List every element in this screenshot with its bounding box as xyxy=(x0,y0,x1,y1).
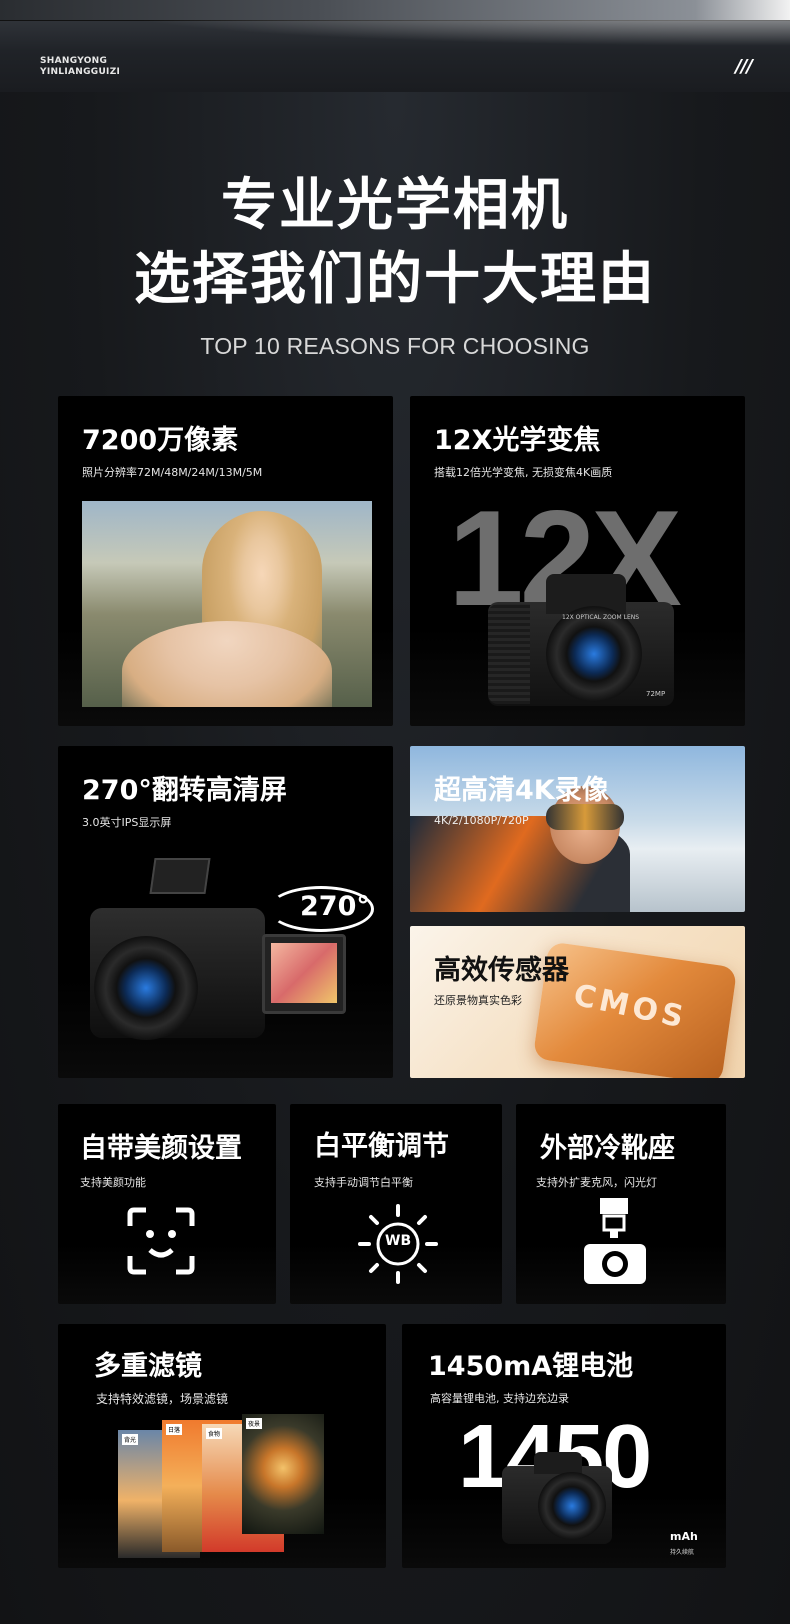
wb-icon-label: WB xyxy=(385,1233,412,1249)
chip-text: CMOS xyxy=(570,977,691,1036)
hero-subtitle: TOP 10 REASONS FOR CHOOSING xyxy=(200,333,590,359)
card-desc: 支持美颜功能 xyxy=(80,1176,146,1189)
card-hot-shoe: 外部冷靴座 支持外扩麦克风，闪光灯 xyxy=(516,1104,726,1304)
filter-night: 夜景 xyxy=(242,1414,324,1534)
card-title: 自带美颜设置 xyxy=(80,1133,242,1164)
mp-text: 72MP xyxy=(646,690,666,698)
card-title: 白平衡调节 xyxy=(314,1131,449,1162)
card-desc: 支持手动调节白平衡 xyxy=(314,1176,413,1189)
card-title: 1450mA锂电池 xyxy=(428,1351,634,1382)
flip-screen xyxy=(262,934,346,1014)
card-video: 超高清4K录像 4K/2/1080P/720P xyxy=(410,746,745,912)
card-screen: 270°翻转高清屏 3.0英寸IPS显示屏 270° xyxy=(58,746,393,1078)
camera-image xyxy=(90,858,265,1046)
card-desc: 照片分辨率72M/48M/24M/13M/5M xyxy=(82,466,263,479)
card-title: 7200万像素 xyxy=(82,425,239,456)
card-megapixel: 7200万像素 照片分辨率72M/48M/24M/13M/5M xyxy=(58,396,393,726)
card-zoom: 12X光学变焦 搭载12倍光学变焦, 无损变焦4K画质 12X 12X OPTI… xyxy=(410,396,745,726)
battery-unit-sub: 持久续航 xyxy=(670,1549,695,1556)
card-title: 12X光学变焦 xyxy=(434,425,601,456)
card-desc: 支持特效滤镜，场景滤镜 xyxy=(96,1392,229,1406)
card-title: 外部冷靴座 xyxy=(540,1133,675,1164)
card-desc: 支持外扩麦克风，闪光灯 xyxy=(536,1176,657,1189)
hero-title-line1: 专业光学相机 xyxy=(221,173,569,238)
camera-image: 12X OPTICAL ZOOM LENS 72MP xyxy=(488,574,674,706)
card-desc: 高容量锂电池, 支持边充边录 xyxy=(430,1392,569,1405)
card-title: 多重滤镜 xyxy=(94,1351,202,1382)
lens-text: 12X OPTICAL ZOOM LENS xyxy=(562,614,640,621)
card-sensor: CMOS 高效传感器 还原景物真实色彩 xyxy=(410,926,745,1078)
top-banner xyxy=(0,0,790,92)
card-beauty: 自带美颜设置 支持美颜功能 xyxy=(58,1104,276,1304)
angle-badge: 270° xyxy=(300,891,370,922)
portrait-photo xyxy=(82,501,372,707)
card-desc: 搭载12倍光学变焦, 无损变焦4K画质 xyxy=(434,466,613,479)
flash-camera-icon xyxy=(584,1198,646,1284)
card-filters: 多重滤镜 支持特效滤镜，场景滤镜 背光 日落 食物 夜景 xyxy=(58,1324,386,1568)
card-title: 270°翻转高清屏 xyxy=(82,775,287,806)
card-battery: 1450mA锂电池 高容量锂电池, 支持边充边录 1450 mAh 持久续航 xyxy=(402,1324,726,1568)
slash-mark: /// xyxy=(735,56,753,77)
card-desc: 3.0英寸IPS显示屏 xyxy=(82,816,172,829)
face-scan-icon xyxy=(127,1207,195,1275)
card-white-balance: 白平衡调节 支持手动调节白平衡 WB xyxy=(290,1104,502,1304)
camera-image xyxy=(502,1452,612,1544)
card-title: 超高清4K录像 xyxy=(434,775,609,806)
brand-logo: SHANGYONG YINLIANGGUIZI xyxy=(40,56,121,77)
hero-title-line2: 选择我们的十大理由 xyxy=(134,247,656,312)
card-desc: 4K/2/1080P/720P xyxy=(434,814,529,827)
card-title: 高效传感器 xyxy=(434,955,569,986)
battery-unit: mAh xyxy=(670,1530,698,1543)
card-desc: 还原景物真实色彩 xyxy=(434,994,522,1007)
